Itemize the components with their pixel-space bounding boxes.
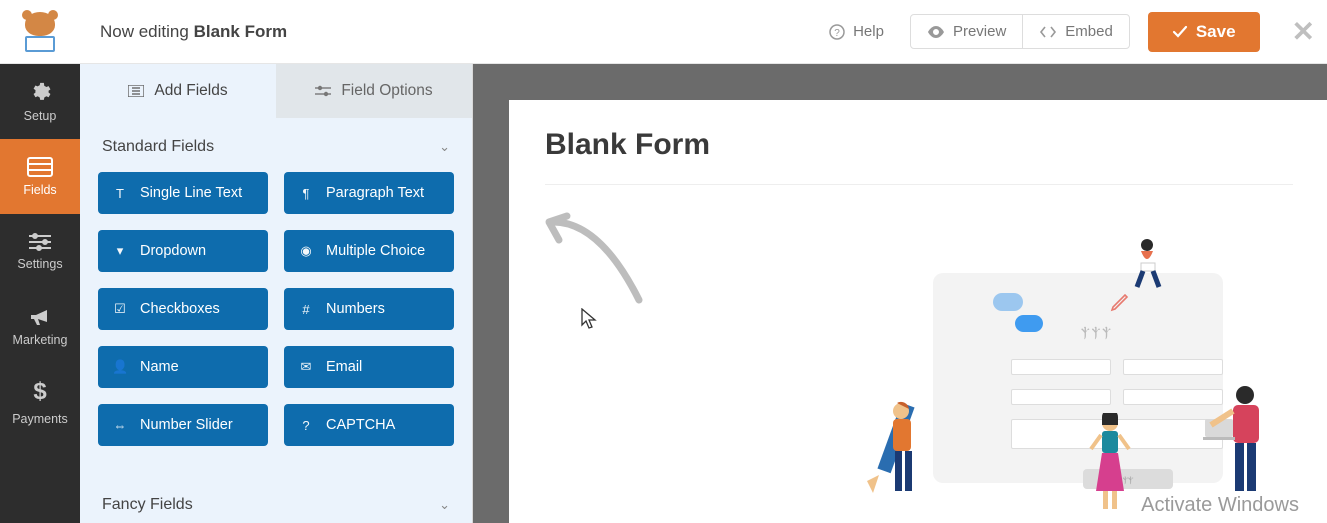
bullhorn-icon: [29, 307, 51, 327]
page-title: Now editing Blank Form: [100, 22, 287, 42]
field-icon: ▾: [112, 243, 128, 259]
canvas-area: Blank Form ⲯⲯⲯ: [473, 64, 1327, 523]
nav-label: Marketing: [13, 333, 68, 347]
add-icon: [128, 85, 144, 97]
empty-form-illustration: ⲯⲯⲯ ⲯⲯ: [863, 243, 1293, 523]
form-title: Blank Form: [545, 128, 1293, 162]
nav-item-setup[interactable]: Setup: [0, 64, 80, 139]
field-number-slider[interactable]: ⇔ Number Slider: [98, 404, 268, 446]
chevron-down-icon: ⌄: [439, 139, 450, 155]
section-standard-fields[interactable]: Standard Fields ⌄: [98, 118, 454, 172]
field-icon: ¶: [298, 186, 314, 201]
field-email[interactable]: ✉ Email: [284, 346, 454, 388]
field-label: Numbers: [326, 301, 385, 317]
eye-icon: [927, 26, 945, 38]
app-logo: [0, 0, 80, 64]
tab-label: Field Options: [341, 82, 432, 100]
hint-arrow-icon: [539, 210, 649, 310]
svg-text:?: ?: [834, 28, 840, 39]
sliders-icon: [29, 233, 51, 251]
field-icon: #: [298, 302, 314, 317]
divider: [545, 184, 1293, 185]
windows-watermark: Activate Windows: [1141, 494, 1299, 517]
check-icon: [1172, 25, 1188, 39]
field-multiple-choice[interactable]: ◉ Multiple Choice: [284, 230, 454, 272]
fields-panel: Add Fields Field Options Standard Fields…: [80, 64, 473, 523]
nav-label: Settings: [17, 257, 62, 271]
field-label: Name: [140, 359, 179, 375]
close-button[interactable]: ✕: [1292, 15, 1315, 48]
section-title: Standard Fields: [102, 138, 214, 156]
tab-field-options[interactable]: Field Options: [276, 64, 472, 118]
field-label: Checkboxes: [140, 301, 220, 317]
dollar-icon: $: [33, 378, 46, 406]
help-icon: ?: [829, 24, 845, 40]
field-label: Email: [326, 359, 362, 375]
fields-icon: [27, 157, 53, 177]
save-button[interactable]: Save: [1148, 12, 1260, 52]
field-numbers[interactable]: # Numbers: [284, 288, 454, 330]
field-single-line-text[interactable]: T Single Line Text: [98, 172, 268, 214]
options-icon: [315, 85, 331, 97]
field-name[interactable]: 👤 Name: [98, 346, 268, 388]
nav-item-fields[interactable]: Fields: [0, 139, 80, 214]
field-icon: ◉: [298, 243, 314, 259]
field-label: Paragraph Text: [326, 185, 424, 201]
gear-icon: [29, 81, 51, 103]
preview-label: Preview: [953, 23, 1006, 40]
nav-label: Payments: [12, 412, 68, 426]
field-captcha[interactable]: ? CAPTCHA: [284, 404, 454, 446]
field-icon: ?: [298, 418, 314, 433]
nav-item-settings[interactable]: Settings: [0, 214, 80, 289]
code-icon: [1039, 26, 1057, 38]
nav-item-payments[interactable]: $ Payments: [0, 364, 80, 439]
help-label: Help: [853, 23, 884, 40]
field-dropdown[interactable]: ▾ Dropdown: [98, 230, 268, 272]
field-label: Number Slider: [140, 417, 233, 433]
preview-button[interactable]: Preview: [911, 15, 1023, 48]
field-icon: 👤: [112, 359, 128, 375]
field-paragraph-text[interactable]: ¶ Paragraph Text: [284, 172, 454, 214]
left-nav: Setup Fields Settings Marketing: [0, 64, 80, 523]
field-icon: ✉: [298, 359, 314, 375]
nav-label: Setup: [24, 109, 57, 123]
save-label: Save: [1196, 22, 1236, 42]
field-label: CAPTCHA: [326, 417, 395, 433]
field-label: Multiple Choice: [326, 243, 425, 259]
panel-scroll[interactable]: Standard Fields ⌄ T Single Line Text ¶ Para…: [80, 118, 472, 523]
form-canvas[interactable]: Blank Form ⲯⲯⲯ: [509, 100, 1327, 523]
tab-add-fields[interactable]: Add Fields: [80, 64, 276, 118]
nav-label: Fields: [23, 183, 56, 197]
field-checkboxes[interactable]: ☑ Checkboxes: [98, 288, 268, 330]
embed-button[interactable]: Embed: [1023, 15, 1129, 48]
tab-label: Add Fields: [154, 82, 227, 100]
field-icon: T: [112, 186, 128, 201]
field-icon: ☑: [112, 301, 128, 317]
field-icon: ⇔: [112, 418, 128, 433]
chevron-down-icon: ⌄: [439, 497, 450, 513]
nav-item-marketing[interactable]: Marketing: [0, 289, 80, 364]
field-label: Dropdown: [140, 243, 206, 259]
section-title: Fancy Fields: [102, 496, 193, 514]
top-bar: Now editing Blank Form ? Help Preview: [0, 0, 1327, 64]
field-label: Single Line Text: [140, 185, 242, 201]
section-fancy-fields[interactable]: Fancy Fields ⌄: [98, 476, 454, 523]
embed-label: Embed: [1065, 23, 1113, 40]
help-link[interactable]: ? Help: [813, 15, 900, 48]
cursor-icon: [581, 308, 597, 330]
